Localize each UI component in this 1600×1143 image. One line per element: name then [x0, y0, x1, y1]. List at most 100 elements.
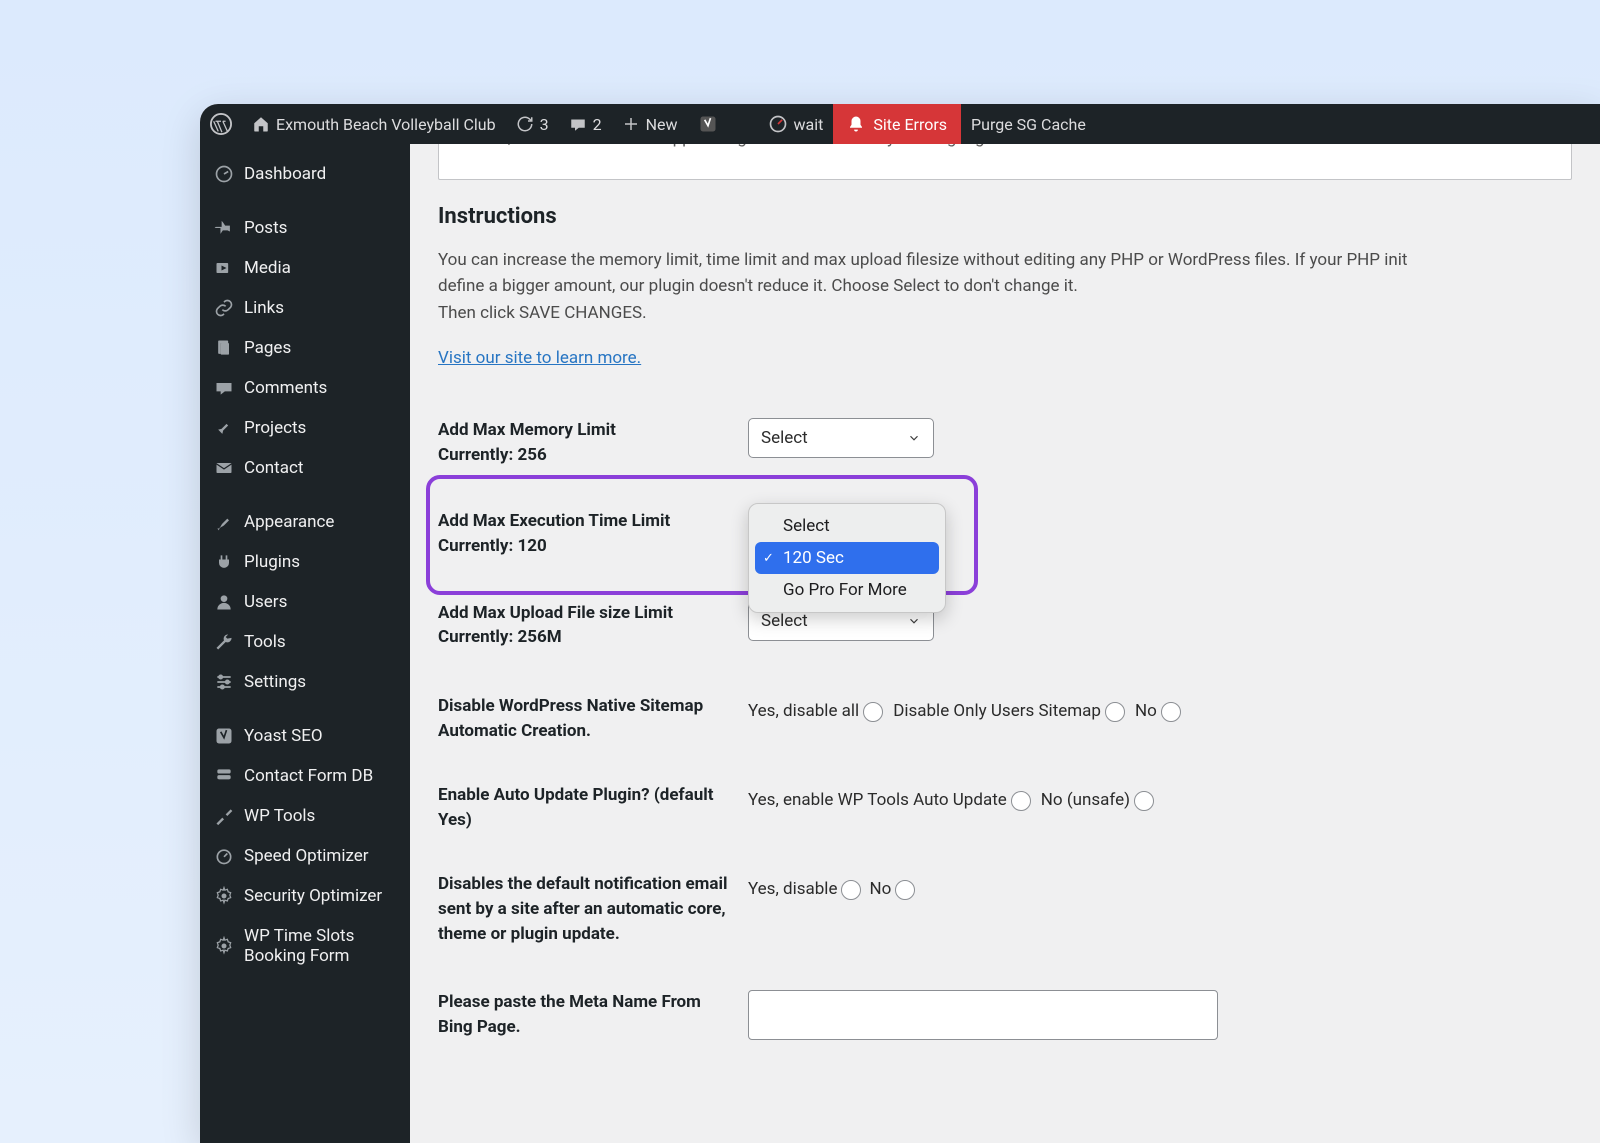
upload-label: Add Max Upload File size Limit: [438, 603, 673, 623]
autoupdate-label: Enable Auto Update Plugin? (default Yes): [438, 785, 714, 830]
autoupdate-opt2-label: No (unsafe): [1041, 783, 1130, 819]
email-radio-yes[interactable]: [841, 880, 861, 900]
gear-icon: [214, 886, 234, 906]
sidebar-item-yoast[interactable]: Yoast SEO: [200, 716, 410, 756]
instructions-heading: Instructions: [438, 204, 1572, 229]
upload-current: Currently: 256M: [438, 625, 738, 650]
plus-icon: [622, 115, 640, 133]
sidebar-item-label: Tools: [244, 632, 286, 652]
sidebar-item-cfdb[interactable]: Contact Form DB: [200, 756, 410, 796]
row-sitemap: Disable WordPress Native Sitemap Automat…: [438, 664, 1572, 757]
sidebar-item-contact[interactable]: Contact: [200, 448, 410, 488]
sidebar-item-label: Appearance: [244, 512, 334, 532]
exec-current: Currently: 120: [438, 534, 738, 559]
instructions-body-2: Then click SAVE CHANGES.: [438, 300, 1428, 326]
metaname-label: Please paste the Meta Name From Bing Pag…: [438, 992, 701, 1037]
upload-select-value: Select: [761, 611, 808, 631]
exec-label: Add Max Execution Time Limit: [438, 511, 670, 531]
memory-select[interactable]: Select: [748, 418, 934, 458]
sidebar-item-label: Users: [244, 592, 287, 612]
sidebar-item-projects[interactable]: Projects: [200, 408, 410, 448]
database-icon: [214, 766, 234, 786]
sitemap-radio-no[interactable]: [1161, 702, 1181, 722]
dashboard-icon: [214, 164, 234, 184]
autoupdate-radio-yes[interactable]: [1011, 791, 1031, 811]
sidebar-item-media[interactable]: Media: [200, 248, 410, 288]
sitemap-label: Disable WordPress Native Sitemap Automat…: [438, 696, 703, 741]
sidebar-item-wptools[interactable]: WP Tools: [200, 796, 410, 836]
exec-option-select[interactable]: Select: [755, 510, 939, 542]
exec-option-120sec[interactable]: 120 Sec: [755, 542, 939, 574]
row-exec-time: Add Max Execution Time Limit Currently: …: [438, 481, 1572, 586]
purge-cache-link[interactable]: Purge SG Cache: [961, 104, 1096, 144]
pages-icon: [214, 338, 234, 358]
row-memory-limit: Add Max Memory Limit Currently: 256 Sele…: [438, 404, 1572, 481]
main-content: Please, contact me at our Support Page t…: [410, 144, 1600, 1143]
exec-option-gopro[interactable]: Go Pro For More: [755, 574, 939, 606]
sidebar-item-label: Plugins: [244, 552, 300, 572]
sidebar-item-label: Pages: [244, 338, 291, 358]
admin-sidebar: Dashboard Posts Media Links Pages: [200, 144, 410, 1143]
gauge-icon: [768, 114, 788, 134]
instructions-body-1: You can increase the memory limit, time …: [438, 247, 1428, 300]
comments-link[interactable]: 2: [559, 104, 612, 144]
chevron-down-icon: [907, 431, 921, 445]
sitemap-radio-usersonly[interactable]: [1105, 702, 1125, 722]
sidebar-item-label: Media: [244, 258, 291, 278]
sidebar-item-label: Contact: [244, 458, 303, 478]
sitemap-radio-all[interactable]: [863, 702, 883, 722]
sitemap-opt1-label: Yes, disable all: [748, 694, 859, 730]
updates-link[interactable]: 3: [506, 104, 559, 144]
sidebar-item-label: Links: [244, 298, 284, 318]
wait-indicator[interactable]: wait: [758, 104, 834, 144]
sidebar-item-timeslots[interactable]: WP Time Slots Booking Form: [200, 916, 410, 976]
sidebar-item-users[interactable]: Users: [200, 582, 410, 622]
wordpress-icon: [210, 113, 232, 135]
learn-more-link[interactable]: Visit our site to learn more.: [438, 348, 641, 368]
sidebar-item-speed[interactable]: Speed Optimizer: [200, 836, 410, 876]
sidebar-item-appearance[interactable]: Appearance: [200, 502, 410, 542]
sidebar-item-label: WP Time Slots Booking Form: [244, 926, 396, 966]
site-errors-label: Site Errors: [873, 115, 947, 134]
new-content-link[interactable]: New: [612, 104, 688, 144]
yoast-bar-item[interactable]: [688, 104, 728, 144]
sidebar-item-label: Settings: [244, 672, 306, 692]
comment-icon: [569, 115, 587, 133]
sidebar-item-links[interactable]: Links: [200, 288, 410, 328]
email-radio-no[interactable]: [895, 880, 915, 900]
pin-icon: [214, 418, 234, 438]
row-autoupdate: Enable Auto Update Plugin? (default Yes)…: [438, 757, 1572, 846]
sidebar-item-label: Projects: [244, 418, 306, 438]
metaname-textarea[interactable]: [748, 990, 1218, 1040]
sidebar-item-security[interactable]: Security Optimizer: [200, 876, 410, 916]
site-errors-button[interactable]: Site Errors: [833, 104, 961, 144]
comments-count: 2: [593, 115, 602, 134]
gear-icon: [214, 936, 234, 956]
user-icon: [214, 592, 234, 612]
sidebar-item-tools[interactable]: Tools: [200, 622, 410, 662]
email-opt1-label: Yes, disable: [748, 872, 837, 908]
sidebar-item-posts[interactable]: Posts: [200, 208, 410, 248]
sidebar-item-settings[interactable]: Settings: [200, 662, 410, 702]
comment-icon: [214, 378, 234, 398]
bell-icon: [847, 115, 865, 133]
exec-dropdown: Select 120 Sec Go Pro For More: [748, 503, 946, 613]
site-name-link[interactable]: Exmouth Beach Volleyball Club: [242, 104, 506, 144]
yoast-icon: [698, 114, 718, 134]
sidebar-item-comments[interactable]: Comments: [200, 368, 410, 408]
sidebar-item-dashboard[interactable]: Dashboard: [200, 154, 410, 194]
sidebar-item-pages[interactable]: Pages: [200, 328, 410, 368]
row-meta-name: Please paste the Meta Name From Bing Pag…: [438, 960, 1572, 1054]
wait-label: wait: [794, 115, 824, 134]
site-title: Exmouth Beach Volleyball Club: [276, 115, 496, 134]
sidebar-item-plugins[interactable]: Plugins: [200, 542, 410, 582]
email-opt2-label: No: [869, 872, 891, 908]
sidebar-item-label: Yoast SEO: [244, 726, 323, 746]
sitemap-opt3-label: No: [1135, 694, 1157, 730]
purge-label: Purge SG Cache: [971, 115, 1086, 134]
wp-logo[interactable]: [200, 104, 242, 144]
memory-select-value: Select: [761, 428, 808, 448]
autoupdate-radio-no[interactable]: [1134, 791, 1154, 811]
sidebar-item-label: Comments: [244, 378, 327, 398]
sitemap-opt2-label: Disable Only Users Sitemap: [893, 694, 1101, 730]
